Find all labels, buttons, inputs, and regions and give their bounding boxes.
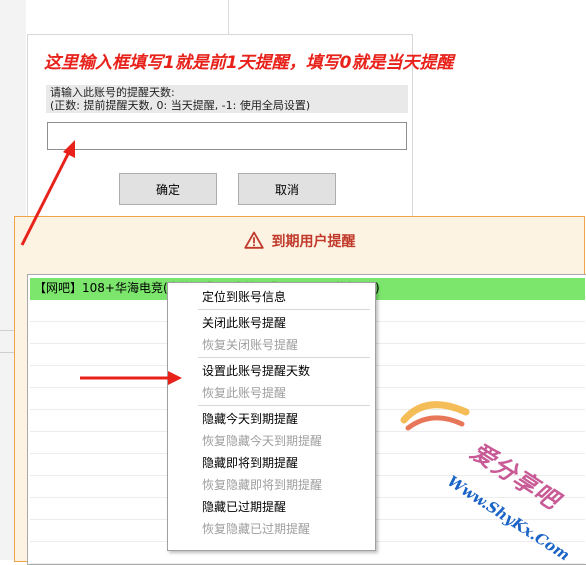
- watermark: 爱分享吧 Www.ShyKx.Com: [396, 386, 586, 564]
- arrow-to-menu-item: [80, 371, 182, 385]
- arrow-to-input: [20, 140, 75, 246]
